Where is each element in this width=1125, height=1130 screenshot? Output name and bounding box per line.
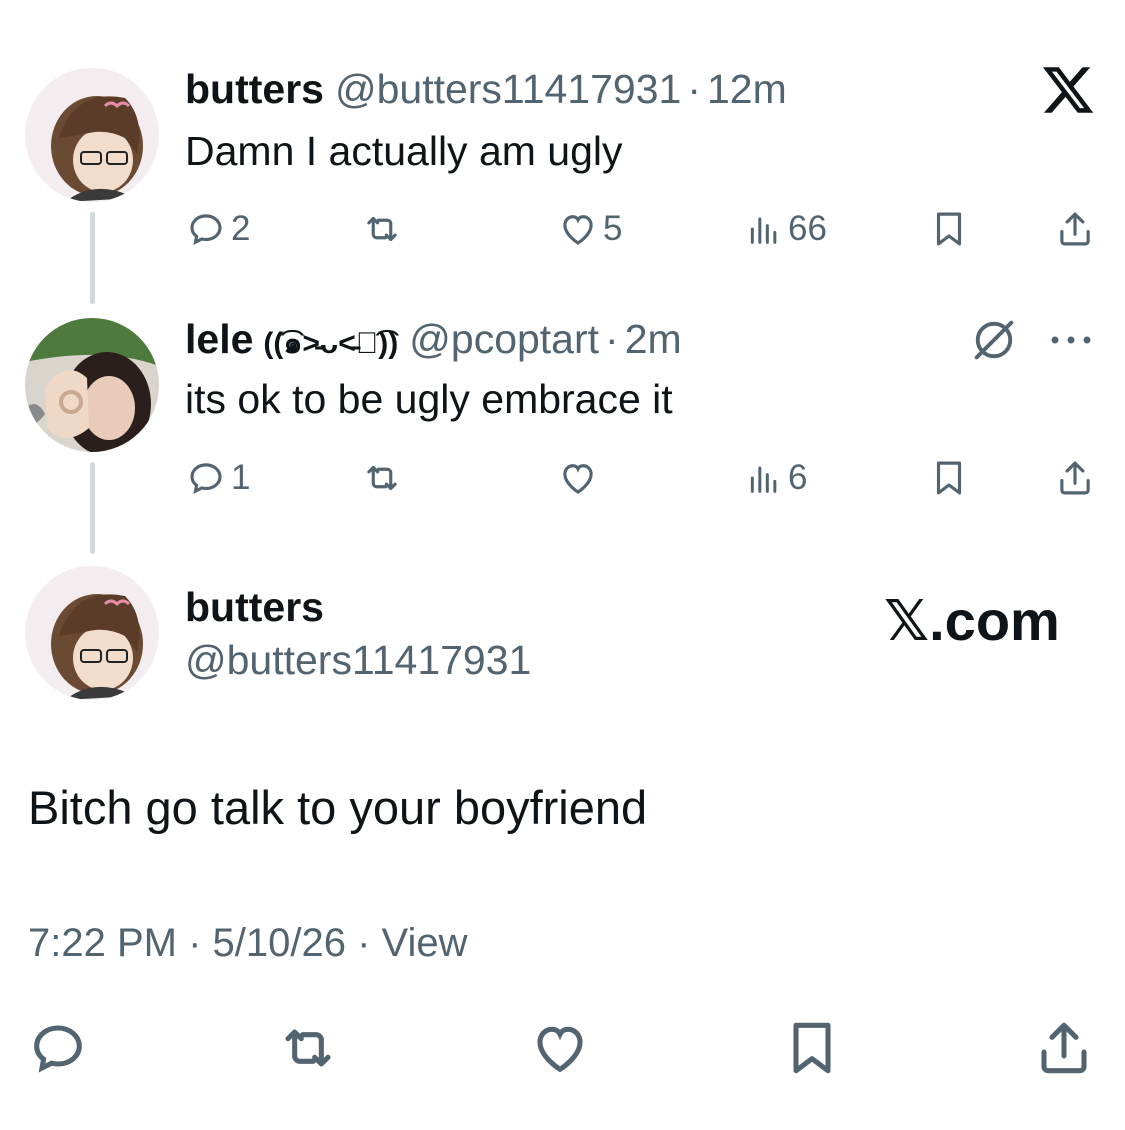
main-like-button[interactable] xyxy=(528,1016,592,1080)
main-share-button[interactable] xyxy=(1032,1016,1096,1080)
bookmark-icon xyxy=(936,461,962,495)
share-icon xyxy=(1041,1022,1087,1074)
thread-connector xyxy=(90,462,95,554)
views-icon xyxy=(750,217,777,244)
main-bookmark-button[interactable] xyxy=(780,1016,844,1080)
avatar-butters-main[interactable] xyxy=(25,566,159,700)
tweet-1-reply-button[interactable]: 2 xyxy=(185,208,250,250)
tweet-2-share-button[interactable] xyxy=(1054,457,1096,499)
tweet-2-author-handle[interactable]: @pcoptart xyxy=(409,316,599,363)
more-options-icon[interactable] xyxy=(1046,322,1096,358)
tweet-1-like-button[interactable]: 5 xyxy=(557,208,622,250)
main-author-name[interactable]: butters xyxy=(185,584,324,631)
tweet-1-time[interactable]: 12m xyxy=(707,66,787,113)
retweet-icon xyxy=(367,216,397,242)
share-icon xyxy=(1060,212,1090,246)
tweet-2-time[interactable]: 2m xyxy=(625,316,682,363)
tweet-1-view-count: 66 xyxy=(788,209,827,248)
main-tweet-text: Bitch go talk to your boyfriend xyxy=(28,781,648,834)
bookmark-icon xyxy=(936,212,962,246)
reply-icon xyxy=(190,463,222,494)
x-logo-icon xyxy=(1040,62,1096,118)
x-com-logo: 𝕏.com xyxy=(884,589,1060,652)
tweet-2-reply-count: 1 xyxy=(231,458,251,497)
tweet-2-bookmark-button[interactable] xyxy=(928,457,970,499)
tweet-2-header: lele ((͡๑˃̵ᴗ˂̵๑͡)) @pcoptart · 2m xyxy=(185,316,682,367)
tweet-1-bookmark-button[interactable] xyxy=(928,208,970,250)
main-retweet-button[interactable] xyxy=(274,1016,342,1080)
tweet-1-share-button[interactable] xyxy=(1054,208,1096,250)
tweet-2-retweet-button[interactable] xyxy=(360,457,404,499)
tweet-1-author-handle[interactable]: @butters11417931 xyxy=(335,66,681,113)
heart-icon xyxy=(537,1026,583,1073)
tweet-1-like-count: 5 xyxy=(603,209,623,248)
avatar-lele[interactable] xyxy=(25,318,159,452)
tweet-1-views-button[interactable]: 66 xyxy=(744,208,827,250)
share-icon xyxy=(1060,461,1090,495)
tweet-1-reply-count: 2 xyxy=(231,209,251,248)
tweet-1-header: butters @butters11417931 · 12m xyxy=(185,66,787,113)
bookmark-icon xyxy=(793,1022,831,1074)
reply-icon xyxy=(34,1025,82,1073)
heart-icon xyxy=(563,215,593,245)
tweet-2-views-button[interactable]: 6 xyxy=(744,457,807,499)
tweet-2-author-emoticon: ((͡๑˃̵ᴗ˂̵๑͡)) xyxy=(263,327,399,360)
main-author-handle[interactable]: @butters11417931 xyxy=(185,637,531,684)
views-icon xyxy=(750,466,777,493)
tweet-1-author-name[interactable]: butters xyxy=(185,66,324,113)
separator-dot: · xyxy=(605,316,619,362)
main-reply-button[interactable] xyxy=(26,1016,90,1080)
avatar-butters[interactable] xyxy=(25,68,159,202)
tweet-2-view-count: 6 xyxy=(788,458,808,497)
reply-icon xyxy=(190,214,222,245)
tweet-1-retweet-button[interactable] xyxy=(360,208,404,250)
heart-icon xyxy=(563,464,593,494)
tweet-2-text: its ok to be ugly embrace it xyxy=(185,376,673,422)
separator-dot: · xyxy=(687,66,701,112)
retweet-icon xyxy=(285,1029,331,1067)
main-tweet-timestamp[interactable]: 7:22 PM · 5/10/26 · View xyxy=(28,921,468,966)
retweet-icon xyxy=(367,465,397,491)
grok-icon[interactable] xyxy=(968,314,1020,366)
thread-connector xyxy=(90,212,95,304)
tweet-1-text: Damn I actually am ugly xyxy=(185,128,623,174)
tweet-2-author-name[interactable]: lele xyxy=(185,316,253,363)
tweet-2-reply-button[interactable]: 1 xyxy=(185,457,250,499)
tweet-2-like-button[interactable] xyxy=(557,457,599,499)
